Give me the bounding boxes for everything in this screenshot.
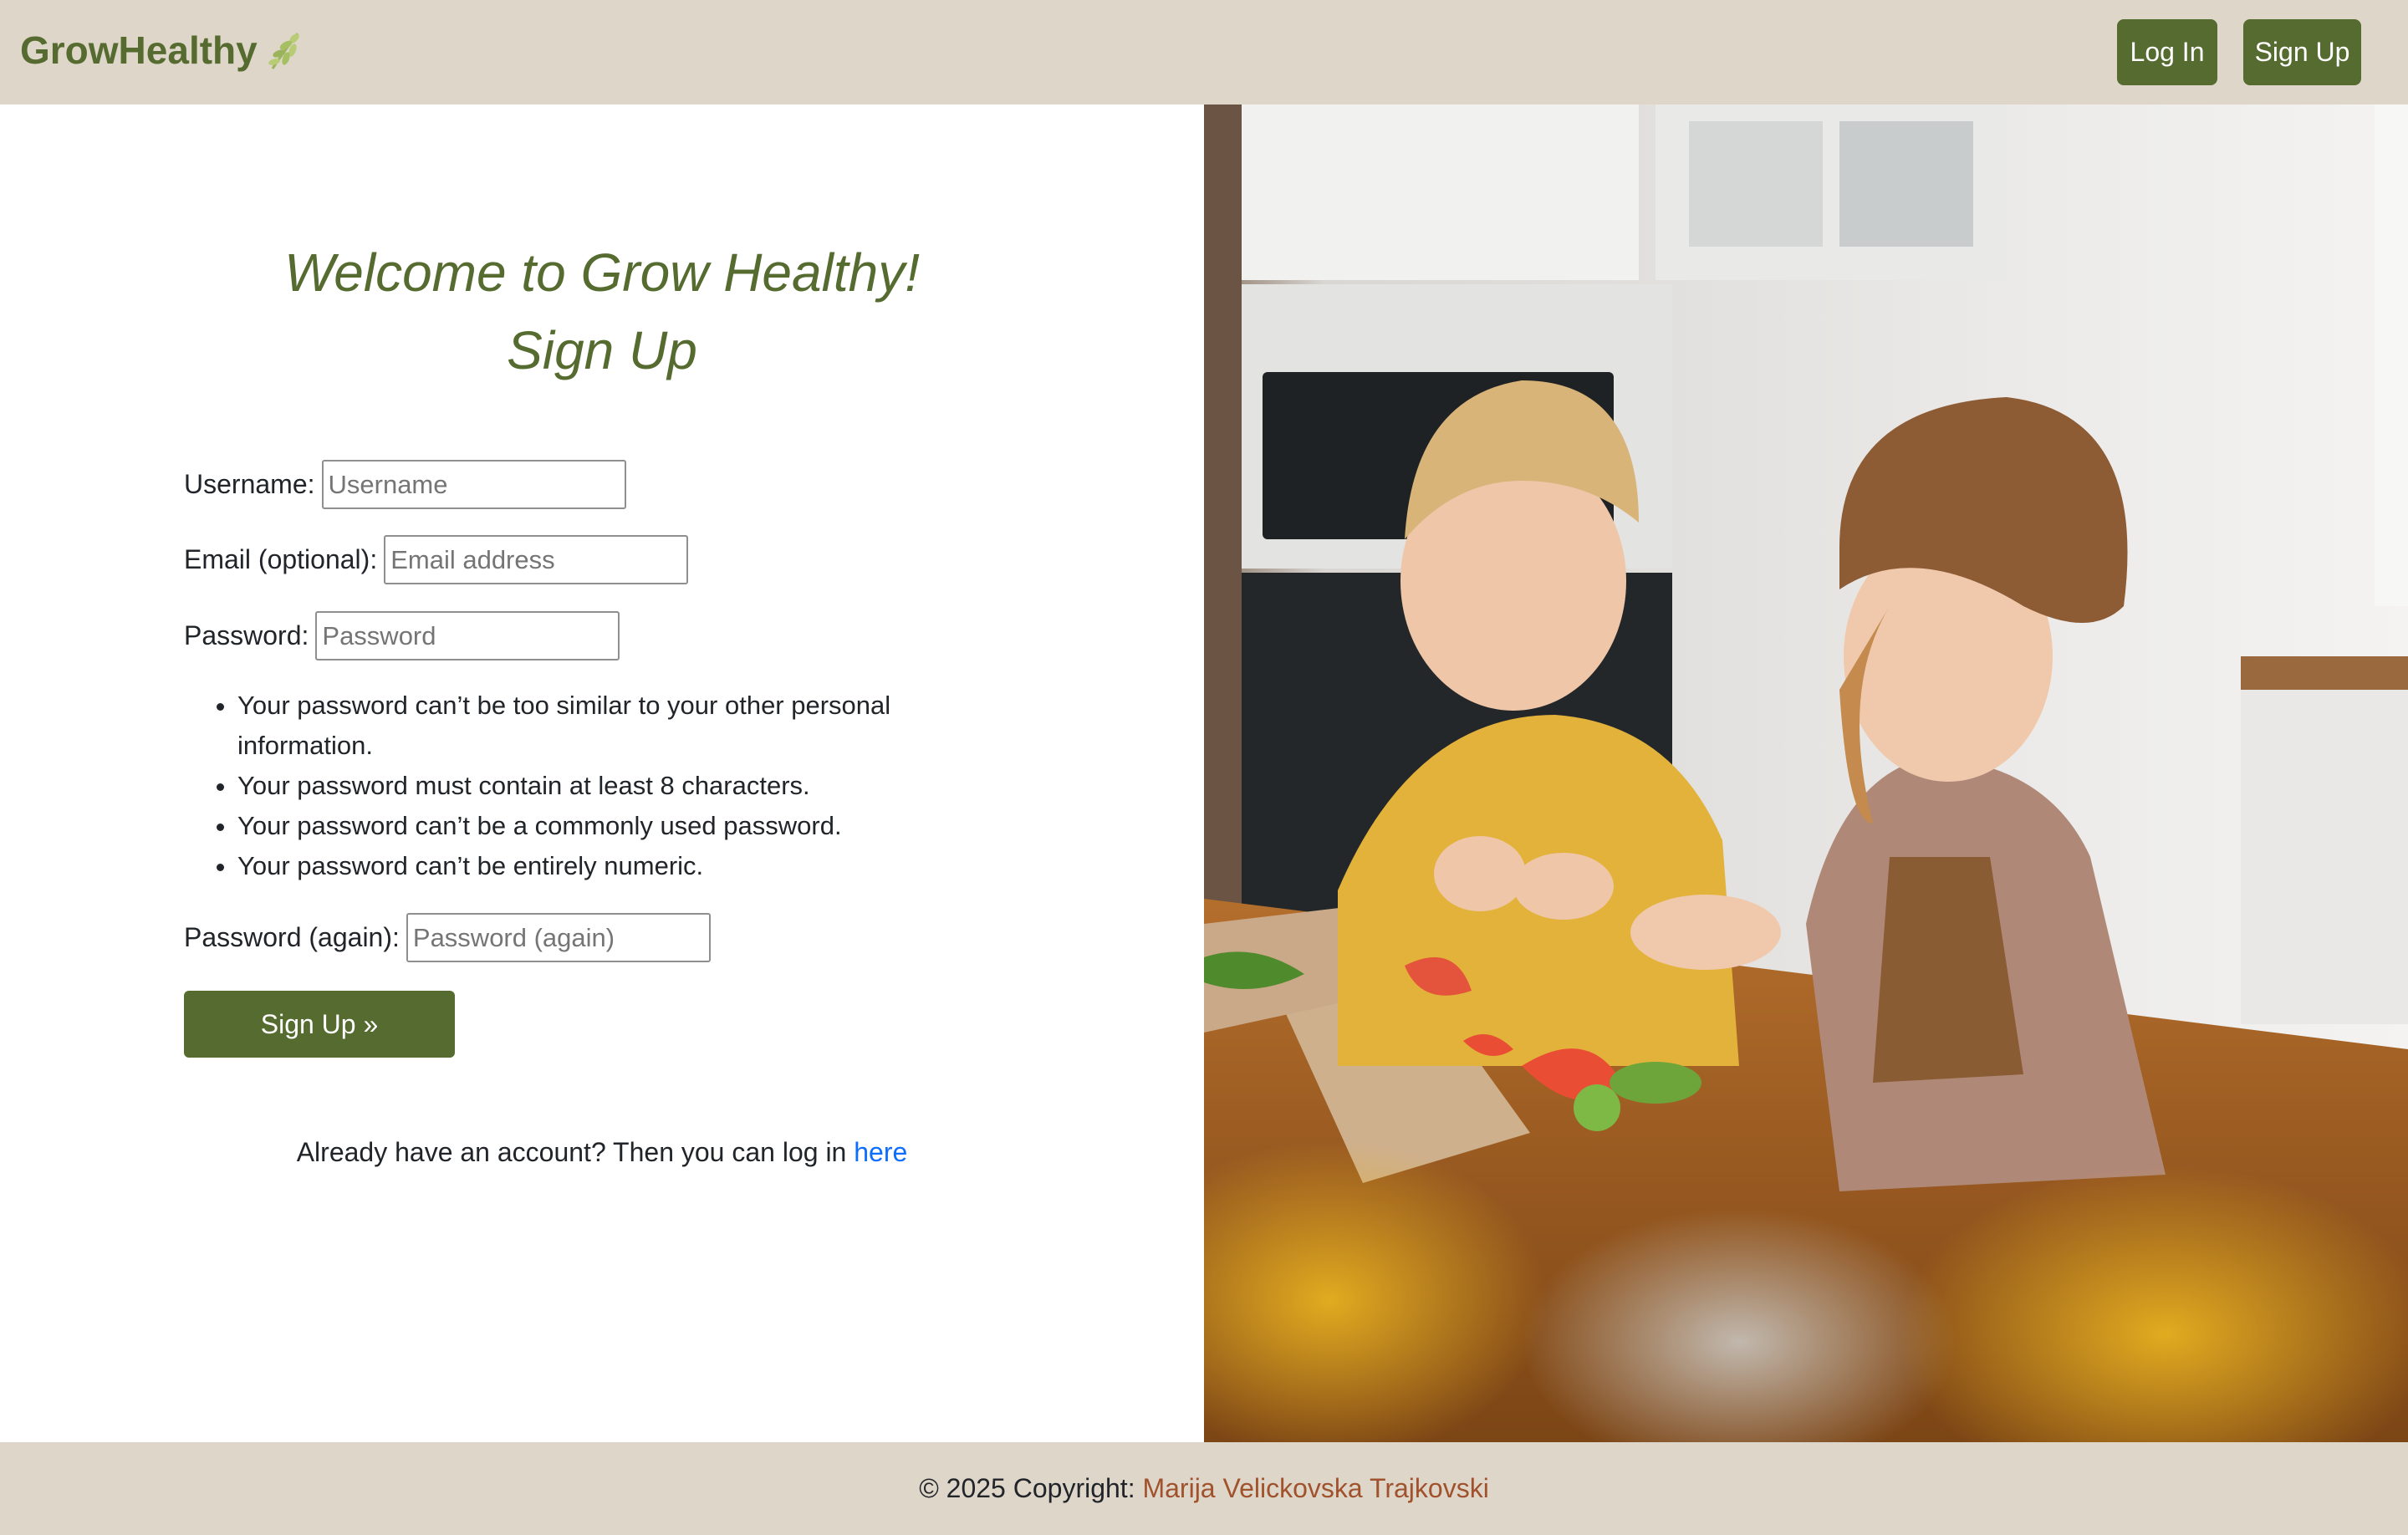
password-again-input[interactable] bbox=[406, 913, 711, 962]
signup-nav-button[interactable]: Sign Up bbox=[2243, 19, 2361, 85]
page-title: Welcome to Grow Healthy! bbox=[284, 242, 920, 303]
copyright-text: © 2025 Copyright: bbox=[919, 1473, 1135, 1503]
kids-cooking-photo bbox=[1204, 105, 2408, 1442]
leaf-sprig-icon bbox=[268, 33, 299, 69]
username-label: Username: bbox=[184, 469, 315, 499]
top-navbar: GrowHealthy Log In Sign Up bbox=[0, 0, 2408, 105]
brand-name: GrowHealthy bbox=[20, 28, 258, 72]
password-rule: Your password can’t be a commonly used p… bbox=[237, 806, 957, 846]
password-again-row: Password (again): bbox=[184, 913, 711, 962]
email-row: Email (optional): bbox=[184, 535, 689, 584]
email-input[interactable] bbox=[384, 535, 689, 584]
password-rule: Your password can’t be too similar to yo… bbox=[237, 686, 957, 766]
brand-logo[interactable]: GrowHealthy bbox=[20, 25, 304, 75]
password-row: Password: bbox=[184, 611, 620, 660]
email-label: Email (optional): bbox=[184, 544, 378, 574]
password-rule: Your password can’t be entirely numeric. bbox=[237, 846, 957, 886]
footer: © 2025 Copyright: Marija Velickovska Tra… bbox=[0, 1442, 2408, 1535]
signup-panel: Welcome to Grow Healthy! Sign Up Usernam… bbox=[0, 105, 1204, 1442]
login-prompt: Already have an account? Then you can lo… bbox=[0, 1137, 1204, 1168]
signup-submit-button[interactable]: Sign Up » bbox=[184, 991, 455, 1058]
login-button[interactable]: Log In bbox=[2117, 19, 2217, 85]
username-input[interactable] bbox=[321, 460, 626, 509]
password-input[interactable] bbox=[315, 611, 620, 660]
login-here-link[interactable]: here bbox=[854, 1137, 907, 1167]
page-subtitle: Sign Up bbox=[507, 320, 697, 380]
login-prompt-text: Already have an account? Then you can lo… bbox=[296, 1137, 855, 1167]
password-label: Password: bbox=[184, 620, 309, 650]
password-rules-list: Your password can’t be too similar to yo… bbox=[237, 686, 957, 886]
password-again-label: Password (again): bbox=[184, 922, 400, 952]
kids-cooking-illustration bbox=[1204, 105, 2408, 1442]
username-row: Username: bbox=[184, 460, 626, 509]
author-name: Marija Velickovska Trajkovski bbox=[1142, 1473, 1489, 1503]
password-rule: Your password must contain at least 8 ch… bbox=[237, 766, 957, 806]
